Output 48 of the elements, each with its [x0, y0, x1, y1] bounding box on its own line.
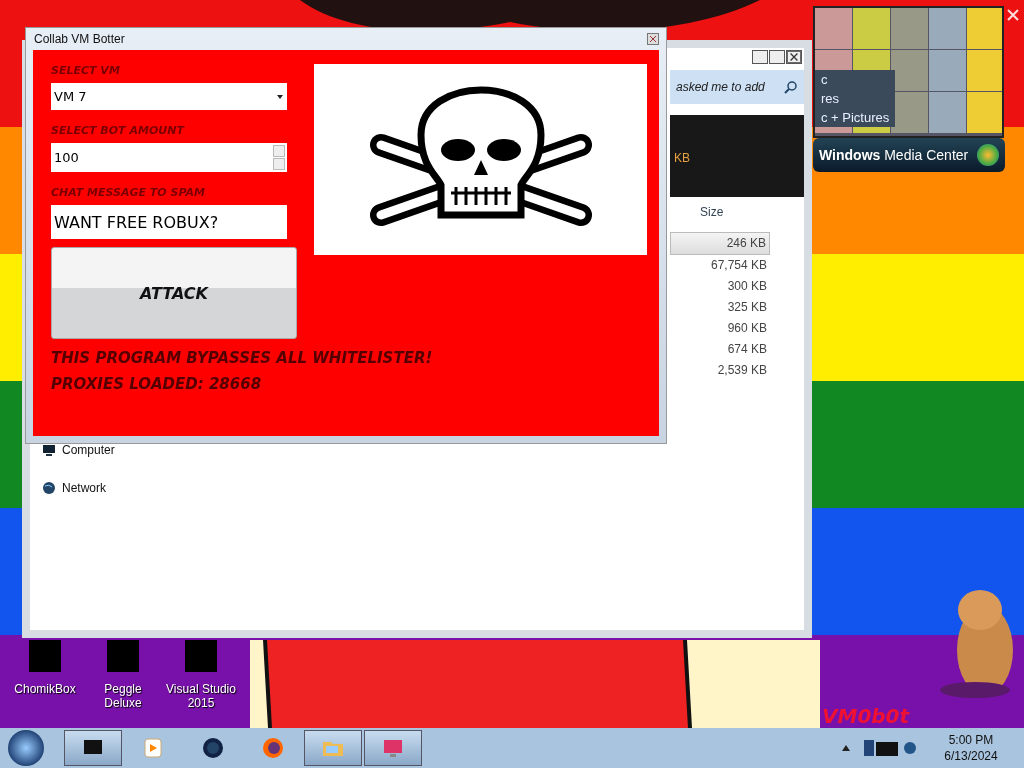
nav-item[interactable]: Computer [62, 443, 115, 457]
file-size-cell[interactable]: 67,754 KB [670, 255, 770, 276]
file-size-cell[interactable]: 2,539 KB [670, 360, 770, 381]
vm-dropdown[interactable]: VM 7 [51, 83, 287, 110]
status-text: THIS PROGRAM BYPASSES ALL WHITELISTER! [51, 349, 434, 367]
maximize-button[interactable] [769, 50, 785, 64]
caret-icon [277, 94, 283, 99]
taskbar-button[interactable] [64, 730, 122, 766]
field-label: SELECT VM [51, 64, 121, 77]
attack-button[interactable]: ATTACK [51, 247, 297, 339]
file-size-cell[interactable]: 246 KB [670, 232, 770, 255]
window-title: Collab VM Botter [34, 32, 125, 46]
clock-time[interactable]: 5:00 PM [948, 732, 994, 748]
file-size-cell[interactable]: 960 KB [670, 318, 770, 339]
search-field[interactable]: asked me to add [670, 70, 804, 104]
fox-icon [261, 736, 285, 760]
field-label: CHAT MESSAGE TO SPAM [51, 186, 206, 199]
start-button[interactable] [8, 730, 44, 766]
caret-icon[interactable] [842, 745, 850, 751]
file-size-cell[interactable]: 325 KB [670, 297, 770, 318]
desktop-icon-label[interactable]: ChomikBox [14, 682, 76, 696]
search-icon[interactable] [784, 80, 798, 94]
computer-icon [42, 443, 56, 457]
file-size-cell[interactable]: 300 KB [670, 276, 770, 297]
status-text: PROXIES LOADED: 28668 [51, 375, 263, 393]
clock-date[interactable]: 6/13/2024 [944, 748, 998, 764]
globe-icon [42, 481, 56, 495]
close-icon[interactable] [1007, 9, 1019, 21]
column-header[interactable]: Size [700, 205, 724, 219]
desktop-icon-label[interactable]: Visual Studio 2015 [162, 682, 240, 710]
wallpaper-text: VM0b0t [822, 704, 910, 728]
media-center-bar[interactable]: Windows Media Center [813, 138, 1005, 172]
media-menu-item[interactable]: res [821, 89, 890, 108]
toolbar-text: KB [674, 151, 690, 165]
globe-icon [201, 736, 225, 760]
media-menu-item[interactable]: c + Pictures [821, 108, 890, 127]
media-center-title: Windows Media Center [819, 147, 969, 163]
media-menu-item[interactable]: c [821, 70, 890, 89]
desktop-icon-label[interactable]: Peggle Deluxe [84, 682, 162, 710]
minimize-button[interactable] [752, 50, 768, 64]
message-field[interactable]: WANT FREE ROBUX? [51, 205, 287, 239]
play-icon [141, 736, 165, 760]
close-button[interactable] [647, 33, 659, 45]
file-size-cell[interactable]: 674 KB [670, 339, 770, 360]
nav-item[interactable]: Network [62, 481, 106, 495]
close-button[interactable] [786, 50, 802, 64]
windows-logo-icon [977, 144, 999, 166]
field-label: SELECT BOT AMOUNT [51, 124, 186, 137]
